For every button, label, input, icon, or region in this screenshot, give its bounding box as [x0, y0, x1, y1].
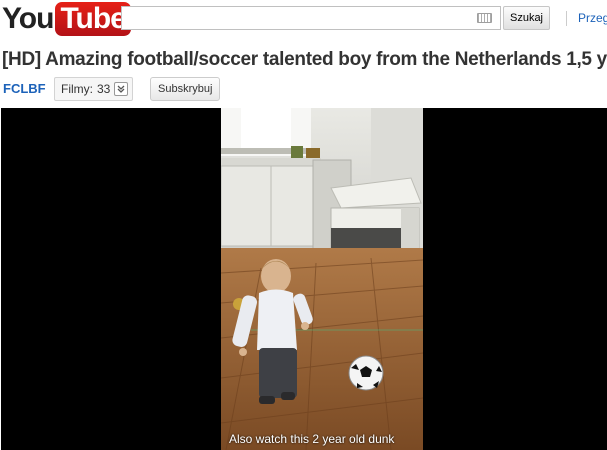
annotation-caption[interactable]: Also watch this 2 year old dunk [229, 432, 394, 446]
search-button[interactable]: Szukaj [503, 6, 550, 30]
nav-divider [566, 11, 567, 26]
logo-you-text: You [2, 2, 54, 35]
search-box [121, 6, 501, 30]
videos-label: Filmy: [61, 82, 93, 96]
video-title: [HD] Amazing football/soccer talented bo… [2, 49, 607, 70]
subscribe-button[interactable]: Subskrybuj [150, 77, 221, 101]
chevron-down-icon[interactable] [114, 82, 129, 96]
search-input[interactable] [122, 7, 500, 29]
videos-count: 33 [97, 82, 111, 96]
youtube-logo[interactable]: You Tube [2, 0, 131, 38]
video-scene [221, 108, 423, 450]
channel-link[interactable]: FCLBF [3, 81, 46, 96]
channel-videos-button[interactable]: Filmy: 33 [54, 77, 134, 101]
video-player[interactable]: Also watch this 2 year old dunk [1, 108, 607, 450]
browse-link[interactable]: Przeg [578, 11, 607, 25]
keyboard-icon[interactable] [477, 13, 492, 23]
video-frame [221, 108, 423, 450]
logo-tube-text: Tube [55, 2, 131, 36]
